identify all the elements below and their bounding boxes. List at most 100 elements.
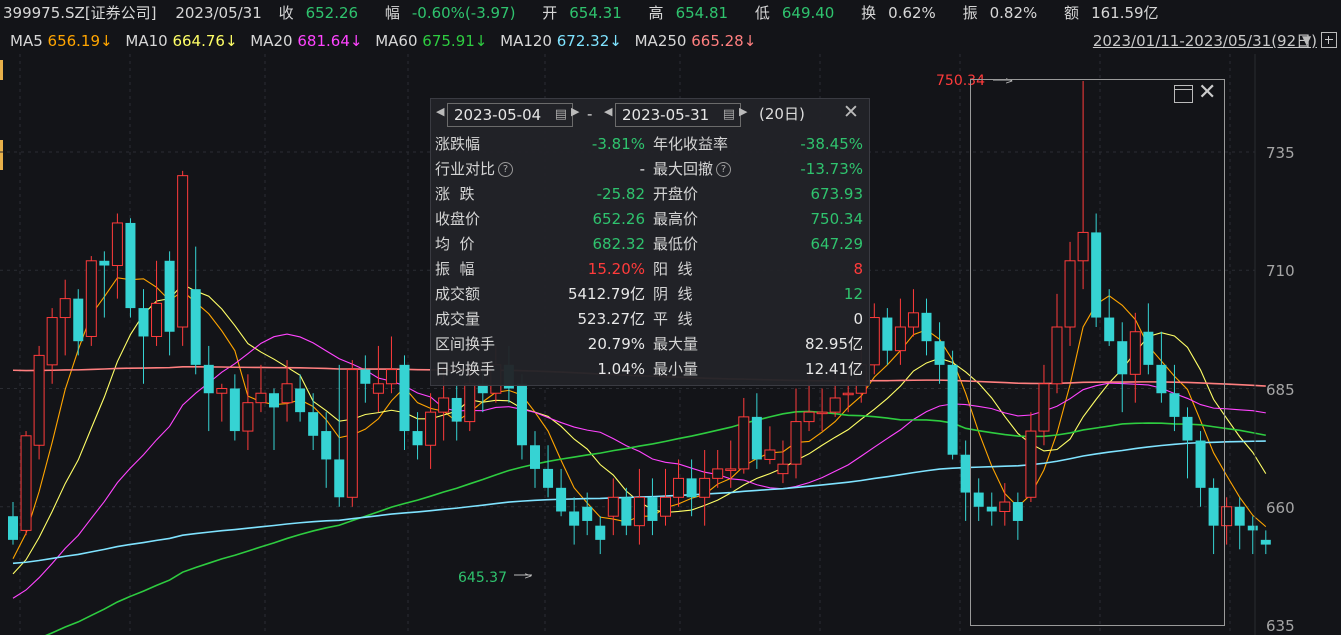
chevron-down-icon[interactable]: ▼ <box>1302 33 1316 47</box>
candle[interactable] <box>1247 516 1258 555</box>
candle[interactable] <box>934 322 945 384</box>
candle[interactable] <box>321 412 332 488</box>
selection-controls: ✕ <box>1172 82 1220 105</box>
candle[interactable] <box>20 431 32 536</box>
candle[interactable] <box>334 364 345 507</box>
candle[interactable] <box>385 336 397 394</box>
candle[interactable] <box>8 502 18 545</box>
candle[interactable] <box>660 468 671 526</box>
candle[interactable] <box>85 256 97 346</box>
candle[interactable] <box>399 355 410 450</box>
help-icon[interactable]: ? <box>716 162 732 177</box>
start-prev-arrow-icon[interactable]: ◀ <box>436 105 444 118</box>
help-icon[interactable]: ? <box>498 162 514 177</box>
stat-value: 5412.79亿 <box>567 285 645 303</box>
stat-value: 12.41亿 <box>805 360 863 378</box>
candle[interactable] <box>699 449 711 526</box>
stat-label-text: 最低价 <box>653 235 699 253</box>
stat-label: 最大回撤? <box>653 157 732 182</box>
candle[interactable] <box>138 289 149 384</box>
candle[interactable] <box>790 388 802 479</box>
candle[interactable] <box>346 360 358 507</box>
candle[interactable] <box>151 260 163 346</box>
close-icon[interactable]: ✕ <box>1198 82 1220 105</box>
candle[interactable] <box>947 350 958 460</box>
candle[interactable] <box>177 170 189 346</box>
end-prev-arrow-icon[interactable]: ◀ <box>604 105 612 118</box>
candle[interactable] <box>751 393 762 469</box>
candle[interactable] <box>868 303 880 375</box>
candle[interactable] <box>621 487 632 536</box>
candle[interactable] <box>673 459 685 507</box>
candle[interactable] <box>777 440 789 484</box>
candle[interactable] <box>607 478 619 536</box>
quote-date: 2023/05/31 <box>175 4 262 22</box>
candle[interactable] <box>269 388 279 450</box>
range-selection-box[interactable] <box>970 79 1225 626</box>
candle[interactable] <box>111 213 123 299</box>
candle[interactable] <box>556 468 567 517</box>
candle[interactable] <box>73 289 84 356</box>
candle-body <box>20 435 32 531</box>
candle[interactable] <box>229 374 240 441</box>
candle[interactable] <box>1260 530 1271 555</box>
candle[interactable] <box>33 345 45 460</box>
candle[interactable] <box>308 393 319 450</box>
candle[interactable] <box>633 468 645 545</box>
candle[interactable] <box>816 388 828 432</box>
candle[interactable] <box>647 478 658 536</box>
candle[interactable] <box>738 397 750 474</box>
candle[interactable] <box>686 459 697 517</box>
open-label: 开 <box>542 4 558 22</box>
stat-label: 阴 线 <box>653 282 693 307</box>
candle[interactable] <box>516 374 527 460</box>
candle[interactable] <box>569 497 580 545</box>
amount-value: 161.59亿 <box>1091 4 1159 22</box>
candle-body <box>464 383 476 423</box>
stat-value: 8 <box>853 260 863 278</box>
candle[interactable] <box>255 364 267 413</box>
candle[interactable] <box>203 345 214 432</box>
candle[interactable] <box>164 251 175 356</box>
candle[interactable] <box>46 308 58 384</box>
candle[interactable] <box>216 383 228 422</box>
calendar-icon[interactable]: ▤ <box>555 104 567 126</box>
end-next-arrow-icon[interactable]: ▶ <box>739 105 747 118</box>
window-icon[interactable] <box>1174 85 1193 103</box>
candle[interactable] <box>882 308 893 365</box>
candle[interactable] <box>1234 497 1245 550</box>
start-next-arrow-icon[interactable]: ▶ <box>571 105 579 118</box>
candle[interactable] <box>125 218 136 318</box>
candle[interactable] <box>530 431 540 488</box>
candle[interactable] <box>921 298 932 356</box>
date-range-link[interactable]: 2023/01/11-2023/05/31(92日) <box>1093 29 1317 53</box>
low-value: 649.40 <box>781 4 835 22</box>
candle[interactable] <box>360 355 371 403</box>
stat-value: 12 <box>843 285 863 303</box>
candle[interactable] <box>99 251 110 318</box>
expand-icon[interactable] <box>1321 32 1337 48</box>
stat-value: 82.95亿 <box>805 335 863 353</box>
end-date-field[interactable]: 2023-05-31 ▤ <box>615 103 741 127</box>
stat-label-text: 最小量 <box>653 360 699 378</box>
candle[interactable] <box>190 246 201 375</box>
end-date-text: 2023-05-31 <box>622 106 710 124</box>
stat-label-text: 最大量 <box>653 335 699 353</box>
candle[interactable] <box>907 289 919 337</box>
candle[interactable] <box>595 516 606 555</box>
stat-value: -38.45% <box>800 135 863 153</box>
change-label: 幅 <box>384 4 400 22</box>
candle[interactable] <box>764 426 776 465</box>
candle-body <box>686 478 697 498</box>
candle[interactable] <box>425 393 437 469</box>
close-icon[interactable]: ✕ <box>843 101 859 123</box>
candle-body <box>229 388 240 432</box>
ma120-name: MA120 <box>500 32 552 50</box>
calendar-icon[interactable]: ▤ <box>723 104 735 126</box>
stat-value: 1.04% <box>597 360 645 378</box>
stat-label-text: 涨跌幅 <box>435 135 481 153</box>
candle[interactable] <box>59 279 71 356</box>
candle[interactable] <box>451 383 462 441</box>
candle[interactable] <box>725 440 737 488</box>
start-date-field[interactable]: 2023-05-04 ▤ <box>447 103 573 127</box>
